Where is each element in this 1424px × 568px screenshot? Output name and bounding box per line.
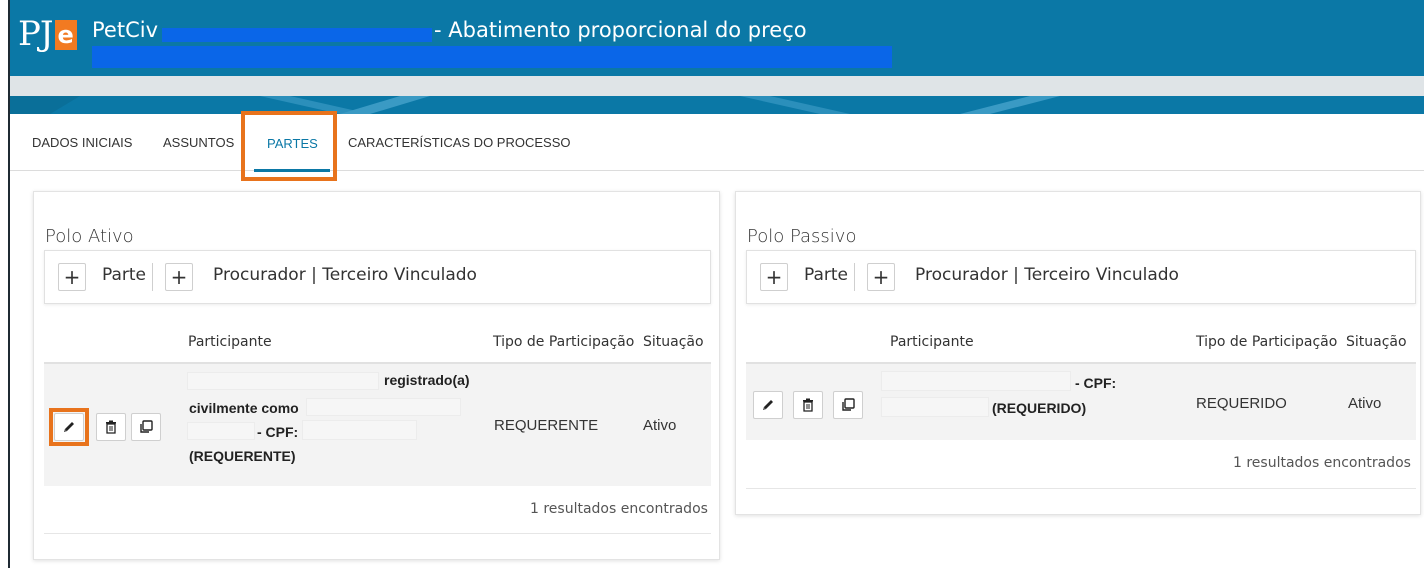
tipo-participacao-value: REQUERENTE: [494, 417, 599, 434]
redacted-name-2: [187, 422, 255, 440]
add-procurador-button[interactable]: +: [867, 263, 895, 291]
tab-highlight-box: [241, 111, 337, 181]
polo-passivo-title: Polo Passivo: [747, 226, 857, 247]
copy-icon: [842, 398, 855, 411]
toolbar-separator: [152, 263, 153, 291]
tab-assuntos[interactable]: ASSUNTOS: [163, 135, 234, 150]
process-class: PetCiv: [92, 18, 158, 42]
add-parte-label[interactable]: Parte: [804, 265, 848, 285]
col-situacao: Situação: [1346, 334, 1407, 350]
trash-icon: [106, 420, 116, 434]
process-subject: - Abatimento proporcional do preço: [434, 18, 807, 42]
tipo-participacao-value: REQUERIDO: [1196, 395, 1287, 412]
pje-logo: PJ e: [18, 12, 77, 56]
plus-icon: +: [765, 265, 783, 289]
results-count: 1 resultados encontrados: [1233, 455, 1411, 471]
copy-icon: [140, 420, 153, 433]
toolbar-separator: [854, 263, 855, 291]
polo-ativo-panel: Polo Ativo + Parte + Procurador | Tercei…: [33, 191, 720, 560]
logo-badge: e: [54, 20, 77, 50]
plus-icon: +: [872, 265, 890, 289]
panel-footer-divider: [746, 488, 1416, 489]
plus-icon: +: [63, 265, 81, 289]
process-tabs: DADOS INICIAIS ASSUNTOS PARTES CARACTERÍ…: [10, 114, 1424, 172]
participant-line2: civilmente como: [189, 400, 299, 416]
redacted-subtitle: [92, 46, 892, 68]
col-participante: Participante: [188, 334, 272, 350]
redacted-name: [187, 372, 379, 390]
copy-button[interactable]: [131, 413, 161, 441]
edit-highlight-box: [49, 408, 89, 446]
add-procurador-button[interactable]: +: [165, 263, 193, 291]
participant-line2: (REQUERIDO): [992, 400, 1087, 416]
results-count: 1 resultados encontrados: [530, 501, 708, 517]
redacted-cpf: [881, 397, 989, 417]
tab-dados-iniciais[interactable]: DADOS INICIAIS: [32, 135, 132, 150]
col-tipo-participacao: Tipo de Participação: [1196, 334, 1338, 350]
delete-button[interactable]: [96, 413, 126, 441]
header-band-decor: [10, 96, 1424, 114]
logo-text: PJ: [18, 14, 54, 54]
edit-button[interactable]: [753, 391, 783, 419]
polo-passivo-panel: Polo Passivo + Parte + Procurador | Terc…: [735, 191, 1421, 515]
polo-passivo-toolbar: + Parte + Procurador | Terceiro Vinculad…: [746, 250, 1416, 304]
redacted-civil-name: [306, 398, 461, 416]
participant-line1: - CPF:: [1075, 375, 1117, 391]
delete-button[interactable]: [793, 391, 823, 419]
redacted-name: [881, 371, 1071, 391]
situacao-value: Ativo: [1348, 395, 1382, 412]
col-situacao: Situação: [643, 334, 704, 350]
situacao-value: Ativo: [643, 417, 677, 434]
participant-line1: registrado(a): [384, 372, 470, 388]
add-parte-button[interactable]: +: [760, 263, 788, 291]
copy-button[interactable]: [833, 391, 863, 419]
add-parte-button[interactable]: +: [58, 263, 86, 291]
col-tipo-participacao: Tipo de Participação: [493, 334, 635, 350]
participant-line3: - CPF:: [257, 424, 299, 440]
add-parte-label[interactable]: Parte: [102, 265, 146, 285]
col-participante: Participante: [890, 334, 974, 350]
polo-ativo-toolbar: + Parte + Procurador | Terceiro Vinculad…: [44, 250, 711, 304]
redacted-cpf: [302, 420, 417, 440]
participant-line4: (REQUERENTE): [189, 448, 296, 464]
redacted-title: [162, 28, 432, 42]
add-procurador-label[interactable]: Procurador | Terceiro Vinculado: [915, 265, 1179, 285]
header-band-gray: [10, 76, 1424, 96]
plus-icon: +: [170, 265, 188, 289]
add-procurador-label[interactable]: Procurador | Terceiro Vinculado: [213, 265, 477, 285]
panel-footer-divider: [44, 533, 711, 534]
trash-icon: [803, 398, 813, 412]
pencil-icon: [763, 400, 773, 410]
app-header: PJ e PetCiv - Abatimento proporcional do …: [10, 0, 1424, 76]
tab-caracteristicas[interactable]: CARACTERÍSTICAS DO PROCESSO: [348, 135, 570, 150]
polo-ativo-title: Polo Ativo: [45, 226, 134, 247]
